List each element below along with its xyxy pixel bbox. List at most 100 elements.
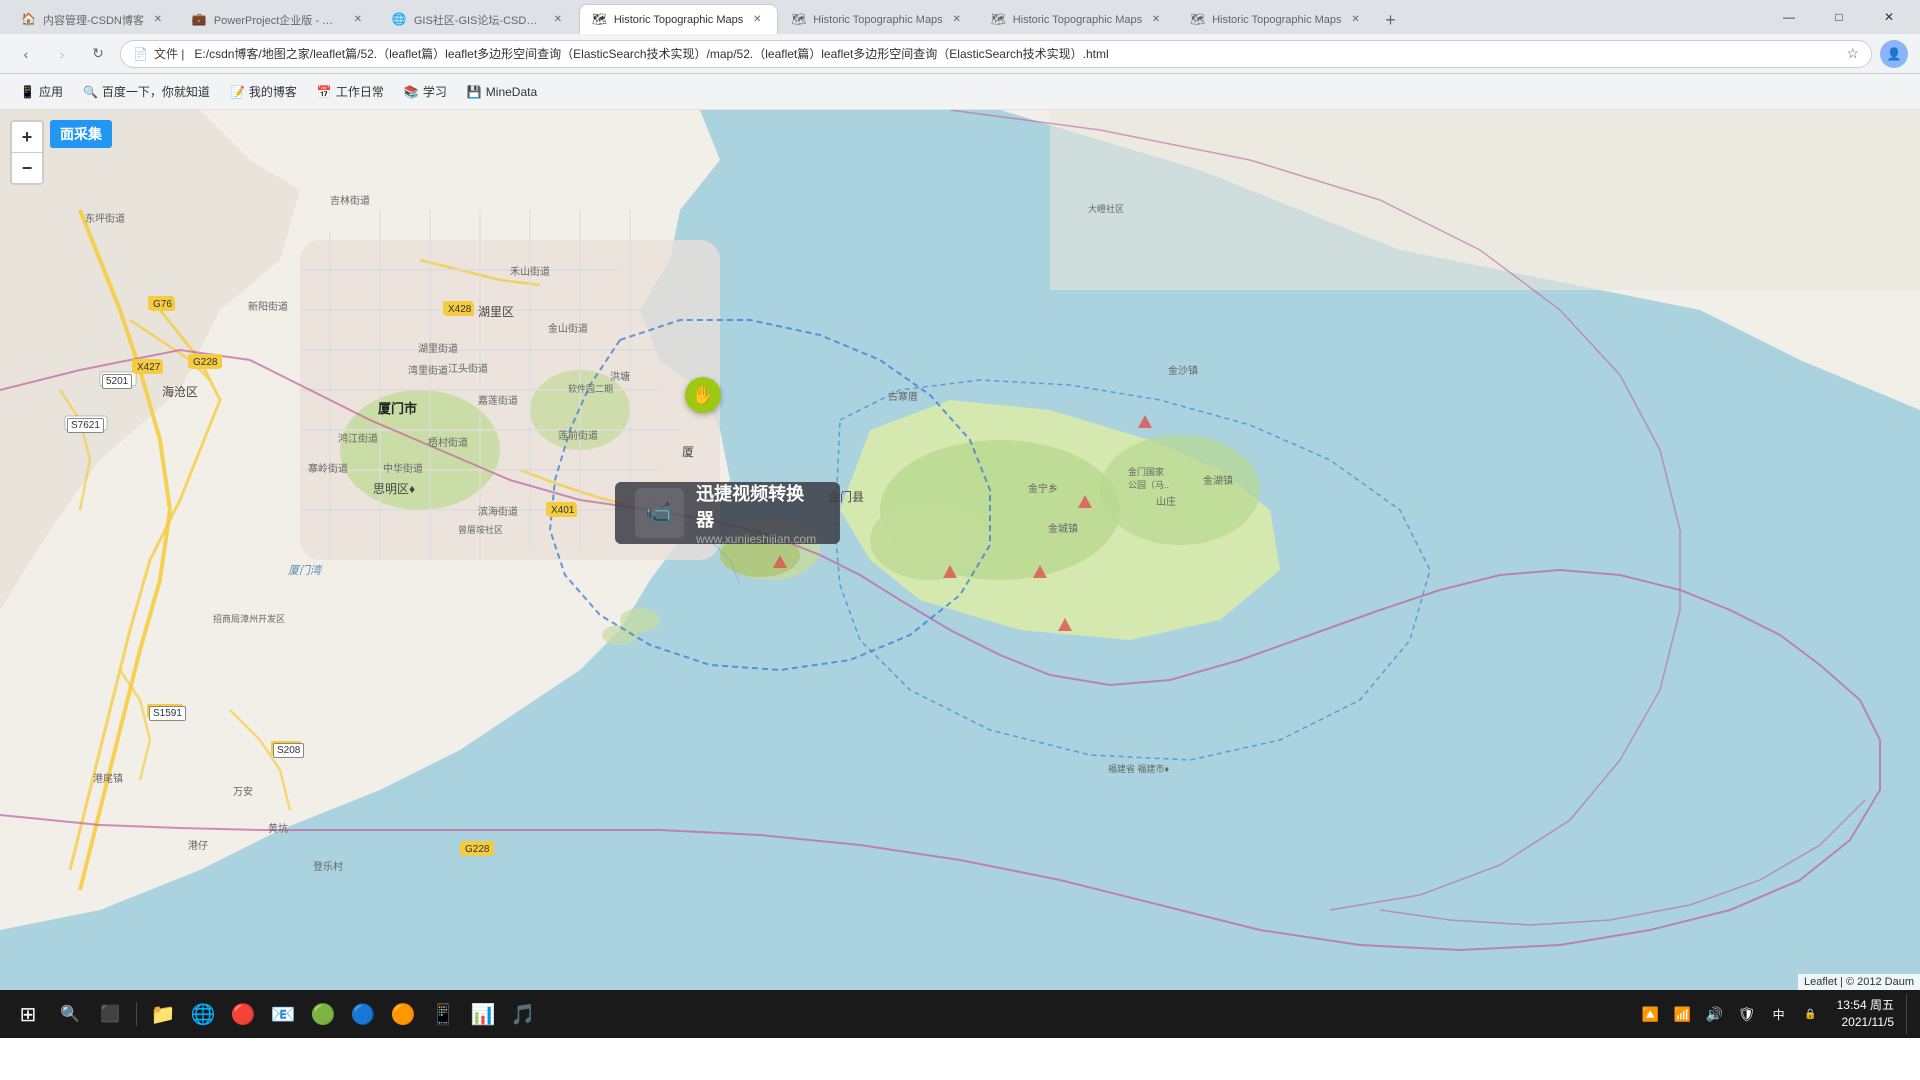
work-icon: 📅	[317, 85, 332, 99]
close-button[interactable]: ✕	[1866, 0, 1912, 34]
taskview-icon: ⬛	[100, 1004, 120, 1024]
new-tab-button[interactable]: +	[1377, 6, 1405, 34]
bookmark-baidu[interactable]: 🔍 百度一下，你就知道	[75, 79, 218, 105]
back-button[interactable]: ‹	[12, 40, 40, 68]
address-url: E:/csdn博客/地图之家/leaflet篇/52.（leaflet篇）lea…	[194, 45, 1840, 62]
address-bar: ‹ › ↻ 📄 文件 | E:/csdn博客/地图之家/leaflet篇/52.…	[0, 34, 1920, 74]
bookmark-study[interactable]: 📚 学习	[396, 79, 455, 105]
tab-title-4: Historic Topographic Maps	[614, 14, 743, 26]
tray-shield[interactable]: 🛡	[1733, 1000, 1761, 1028]
study-icon: 📚	[404, 85, 419, 99]
blog-icon: 📝	[230, 85, 245, 99]
tab-favicon-2: 💼	[192, 12, 208, 28]
bookmark-work[interactable]: 📅 工作日常	[309, 79, 392, 105]
tab-historic-maps-5[interactable]: 🗺 Historic Topographic Maps ✕	[778, 4, 977, 34]
tab-close-3[interactable]: ✕	[550, 12, 566, 28]
title-bar: 🏠 内容管理-CSDN博客 ✕ 💼 PowerProject企业版 - 个人首页…	[0, 0, 1920, 34]
tab-close-7[interactable]: ✕	[1348, 12, 1364, 28]
tab-csdn[interactable]: 🏠 内容管理-CSDN博客 ✕	[8, 4, 179, 34]
zoom-controls: + −	[10, 120, 44, 185]
tab-close-2[interactable]: ✕	[350, 12, 366, 28]
tab-favicon-6: 🗺	[991, 12, 1007, 28]
tray-input-method[interactable]: 中	[1765, 1000, 1793, 1028]
taskbar-red-app[interactable]: 🔴	[225, 996, 261, 1032]
maximize-button[interactable]: □	[1816, 0, 1862, 34]
video-overlay-title: 迅捷视频转换器	[696, 480, 820, 532]
taskbar-phone-app[interactable]: 📱	[425, 996, 461, 1032]
star-icon[interactable]: ☆	[1846, 45, 1859, 62]
profile-icon[interactable]: 👤	[1880, 40, 1908, 68]
browser-window: 🏠 内容管理-CSDN博客 ✕ 💼 PowerProject企业版 - 个人首页…	[0, 0, 1920, 1038]
tab-close-6[interactable]: ✕	[1148, 12, 1164, 28]
minedata-icon: 💾	[467, 85, 482, 99]
taskbar-clock[interactable]: 13:54 周五 2021/11/5	[1829, 997, 1902, 1031]
tab-powerproject[interactable]: 💼 PowerProject企业版 - 个人首页 ✕	[179, 4, 379, 34]
video-camera-icon: 📹	[646, 500, 673, 526]
tab-favicon-4: 🗺	[592, 12, 608, 28]
study-label: 学习	[423, 83, 447, 100]
tab-title-3: GIS社区-GIS论坛-CSDN社区云...	[414, 12, 544, 28]
zoom-out-button[interactable]: −	[12, 153, 42, 183]
bookmarks-bar: 📱 应用 🔍 百度一下，你就知道 📝 我的博客 📅 工作日常 📚 学习 💾 Mi…	[0, 74, 1920, 110]
refresh-button[interactable]: ↻	[84, 40, 112, 68]
bookmark-minedata[interactable]: 💾 MineData	[459, 79, 545, 105]
taskbar-blue-app[interactable]: 🔵	[345, 996, 381, 1032]
minedata-label: MineData	[486, 85, 537, 99]
tab-title-5: Historic Topographic Maps	[813, 14, 942, 26]
tray-network[interactable]: 📶	[1669, 1000, 1697, 1028]
tray-antivirus[interactable]: 🔒	[1797, 1000, 1825, 1028]
clock-time: 13:54 周五	[1837, 997, 1894, 1014]
phone-icon: 📱	[431, 1002, 456, 1027]
tab-historic-maps-6[interactable]: 🗺 Historic Topographic Maps ✕	[978, 4, 1177, 34]
taskbar-search[interactable]: 🔍	[52, 996, 88, 1032]
tab-favicon-3: 🌐	[392, 12, 408, 28]
baidu-label: 百度一下，你就知道	[102, 83, 210, 100]
zoom-in-button[interactable]: +	[12, 122, 42, 152]
taskbar-green-app[interactable]: 🟢	[305, 996, 341, 1032]
windows-icon: ⊞	[20, 1002, 37, 1027]
start-button[interactable]: ⊞	[8, 994, 48, 1034]
blue-app-icon: 🔵	[351, 1002, 376, 1027]
show-desktop-button[interactable]	[1906, 994, 1912, 1034]
taskbar: ⊞ 🔍 ⬛ 📁 🌐 🔴 📧 🟢	[0, 990, 1920, 1038]
tab-close-1[interactable]: ✕	[150, 12, 166, 28]
taskbar-taskview[interactable]: ⬛	[92, 996, 128, 1032]
tab-historic-maps-4[interactable]: 🗺 Historic Topographic Maps ✕	[579, 4, 778, 34]
taskbar-excel[interactable]: 📊	[465, 996, 501, 1032]
minimize-button[interactable]: —	[1766, 0, 1812, 34]
apps-label: 应用	[39, 83, 63, 100]
tray-chevron[interactable]: 🔼	[1637, 1000, 1665, 1028]
tab-close-5[interactable]: ✕	[949, 12, 965, 28]
window-controls: — □ ✕	[1766, 0, 1912, 34]
blog-label: 我的博客	[249, 83, 297, 100]
red-app-icon: 🔴	[231, 1002, 256, 1027]
work-label: 工作日常	[336, 83, 384, 100]
draw-label-button[interactable]: 面采集	[50, 120, 112, 148]
address-input[interactable]: 📄 文件 | E:/csdn博客/地图之家/leaflet篇/52.（leafl…	[120, 40, 1872, 68]
tab-title-7: Historic Topographic Maps	[1212, 14, 1341, 26]
edge-icon: 🌐	[191, 1002, 216, 1027]
leaflet-attribution: Leaflet | © 2012 Daum	[1798, 974, 1920, 990]
taskbar-orange-app[interactable]: 🟠	[385, 996, 421, 1032]
cursor-indicator: ✋	[685, 377, 721, 413]
map-container[interactable]: 东坪街道 吉林街道 新阳街道 湖里区 禾山街道 湖里街道 海沧区 湾里街道 金山…	[0, 110, 1920, 990]
orange-app-icon: 🟠	[391, 1002, 416, 1027]
forward-button[interactable]: ›	[48, 40, 76, 68]
taskbar-music[interactable]: 🎵	[505, 996, 541, 1032]
tray-volume[interactable]: 🔊	[1701, 1000, 1729, 1028]
apps-icon: 📱	[20, 85, 35, 99]
taskbar-mail[interactable]: 📧	[265, 996, 301, 1032]
tab-historic-maps-7[interactable]: 🗺 Historic Topographic Maps ✕	[1177, 4, 1376, 34]
bookmark-apps[interactable]: 📱 应用	[12, 79, 71, 105]
system-tray: 🔼 📶 🔊 🛡 中 🔒 13:54 周五 2021/11/5	[1637, 994, 1912, 1034]
video-converter-overlay: 📹 迅捷视频转换器 www.xunjieshijian.com	[615, 482, 840, 544]
video-overlay-text: 迅捷视频转换器 www.xunjieshijian.com	[696, 480, 820, 546]
taskbar-file-explorer[interactable]: 📁	[145, 996, 181, 1032]
bookmark-blog[interactable]: 📝 我的博客	[222, 79, 305, 105]
tab-close-4[interactable]: ✕	[749, 12, 765, 28]
tab-title-6: Historic Topographic Maps	[1013, 14, 1142, 26]
taskbar-edge[interactable]: 🌐	[185, 996, 221, 1032]
tab-gis[interactable]: 🌐 GIS社区-GIS论坛-CSDN社区云... ✕	[379, 4, 579, 34]
file-icon: 📄	[133, 47, 148, 61]
tab-favicon-5: 🗺	[791, 12, 807, 28]
